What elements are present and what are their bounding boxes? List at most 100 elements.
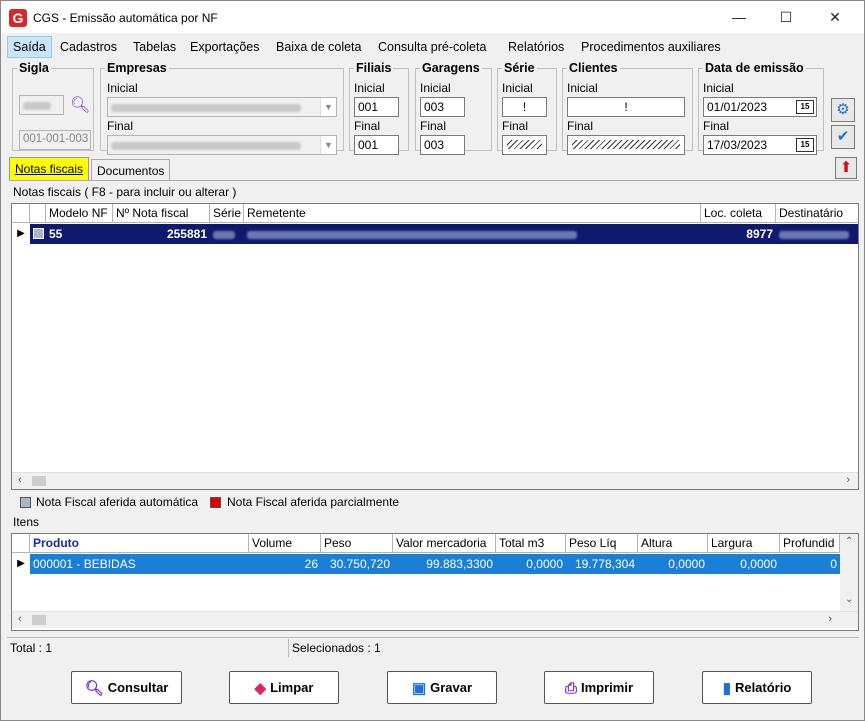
maximize-button[interactable]: ☐ [766,5,806,29]
cell-numero: 255881 [166,227,207,241]
calendar-icon[interactable]: 15 [796,100,814,114]
imprimir-label: Imprimir [581,680,634,695]
col-profundidade[interactable]: Profundid [780,534,840,553]
menu-cadastros[interactable]: Cadastros [55,36,122,58]
filial-final-input[interactable]: 001 [354,135,399,155]
eraser-icon: ◆ [254,680,267,697]
col-largura[interactable]: Largura [708,534,780,553]
col-peso[interactable]: Peso [321,534,393,553]
settings-gear-icon[interactable]: ⚙ [831,98,855,122]
close-button[interactable]: ✕ [815,5,855,29]
cliente-inicial-input[interactable]: ! [567,97,685,117]
garagens-final-label: Final [420,119,447,133]
menu-exportacoes[interactable]: Exportações [185,36,264,58]
data-inicial-value: 01/01/2023 [707,100,768,114]
relatorio-button[interactable]: ▮ Relatório [702,671,812,704]
tab-notas-fiscais[interactable]: Notas fiscais [9,157,90,181]
confirm-check-icon[interactable]: ✔ [831,125,855,149]
menu-saida[interactable]: Saída [7,36,52,58]
cell-modelo: 55 [49,227,63,241]
garagens-group: Garagens Inicial 003 Final 003 [415,61,492,155]
serie-final-label: Final [502,119,529,133]
limpar-button[interactable]: ◆ Limpar [229,671,339,704]
data-emissao-legend: Data de emissão [705,61,804,75]
menu-tabelas[interactable]: Tabelas [128,36,181,58]
col-modelo-nf[interactable]: Modelo NF [46,204,113,223]
clientes-legend: Clientes [569,61,618,75]
cell-peso: 30.750,720 [329,557,390,571]
col-produto[interactable]: Produto [30,534,249,553]
app-logo-icon: G [9,9,27,27]
data-final-input[interactable]: 17/03/2023 15 [703,135,817,155]
cell-valor-mercadoria: 99.883,3300 [426,557,493,571]
col-peso-liq[interactable]: Peso Líq [566,534,638,553]
empresas-group: Empresas Inicial ▼ Final ▼ [100,61,344,155]
col-volume[interactable]: Volume [249,534,321,553]
status-selecionados: Selecionados : 1 [292,641,381,655]
col-loc-coleta[interactable]: Loc. coleta [701,204,776,223]
col-destinatario[interactable]: Destinatário [776,204,858,223]
data-final-value: 17/03/2023 [707,138,768,152]
cliente-final-input[interactable] [567,135,685,155]
nf-status-check-icon[interactable] [33,228,44,239]
search-icon[interactable]: 🔍︎ [70,95,90,115]
menu-procedimentos[interactable]: Procedimentos auxiliares [576,36,726,58]
empresa-final-select[interactable]: ▼ [107,135,337,155]
filial-inicial-input[interactable]: 001 [354,97,399,117]
cell-serie [210,224,244,244]
menu-consulta-pre-coleta[interactable]: Consulta pré-coleta [373,36,491,58]
arrow-up-icon[interactable]: ⬆ [835,157,857,179]
itens-vscrollbar[interactable]: ⌃ ⌄ [840,534,858,611]
table-row[interactable]: ▶ 55 255881 8977 [12,224,858,244]
scroll-up-icon[interactable]: ⌃ [845,536,853,547]
sigla-input[interactable] [19,95,64,115]
col-altura[interactable]: Altura [638,534,708,553]
data-final-label: Final [703,119,730,133]
scroll-right-icon[interactable]: › [828,613,832,625]
data-inicial-input[interactable]: 01/01/2023 15 [703,97,817,117]
col-total-m3[interactable]: Total m3 [496,534,566,553]
gravar-button[interactable]: ▣ Gravar [387,671,497,704]
menu-relatorios[interactable]: Relatórios [503,36,569,58]
itens-caption: Itens [13,515,40,529]
cell-produto: 000001 - BEBIDAS [33,557,136,571]
sigla-group: Sigla 🔍︎ 001-001-003 [12,61,94,151]
menu-baixa-coleta[interactable]: Baixa de coleta [271,36,366,58]
empresas-inicial-label: Inicial [107,81,138,95]
data-inicial-label: Inicial [703,81,734,95]
itens-hscrollbar[interactable]: ‹ › [12,611,858,628]
col-numero-nota[interactable]: Nº Nota fiscal [113,204,210,223]
garagem-inicial-input[interactable]: 003 [420,97,465,117]
scroll-right-icon[interactable]: › [846,474,850,486]
garagem-final-input[interactable]: 003 [420,135,465,155]
legend-auto-label: Nota Fiscal aferida automática [36,495,199,509]
serie-final-input[interactable] [502,135,547,155]
table-row[interactable]: ▶ 000001 - BEBIDAS 26 30.750,720 99.883,… [12,554,840,574]
consultar-button[interactable]: 🔍︎ Consultar [71,671,182,704]
col-remetente[interactable]: Remetente [244,204,701,223]
calendar-icon[interactable]: 15 [796,138,814,152]
cell-volume: 26 [304,557,318,571]
scroll-down-icon[interactable]: ⌄ [845,594,853,605]
scroll-left-icon[interactable]: ‹ [18,613,22,625]
scroll-left-icon[interactable]: ‹ [18,474,22,486]
col-valor-mercadoria[interactable]: Valor mercadoria [393,534,496,553]
serie-inicial-input[interactable]: ! [502,97,547,117]
scroll-thumb[interactable] [32,615,46,625]
itens-grid: Produto Volume Peso Valor mercadoria Tot… [11,533,859,631]
col-serie[interactable]: Série [210,204,244,223]
imprimir-button[interactable]: ⎙ Imprimir [544,671,654,704]
chevron-down-icon[interactable]: ▼ [320,136,336,154]
search-icon: 🔍︎ [84,680,104,697]
notas-hscrollbar[interactable]: ‹ › [12,472,858,489]
menu-bar: Saída Cadastros Tabelas Exportações Baix… [1,36,864,58]
minimize-button[interactable]: — [719,5,759,29]
filiais-legend: Filiais [356,61,392,75]
scroll-thumb[interactable] [32,476,46,486]
empresa-inicial-select[interactable]: ▼ [107,97,337,117]
printer-icon: ⎙ [564,680,577,697]
chevron-down-icon[interactable]: ▼ [320,98,336,116]
clientes-final-label: Final [567,119,594,133]
row-indicator-header [12,204,30,223]
tab-documentos[interactable]: Documentos [91,159,171,181]
